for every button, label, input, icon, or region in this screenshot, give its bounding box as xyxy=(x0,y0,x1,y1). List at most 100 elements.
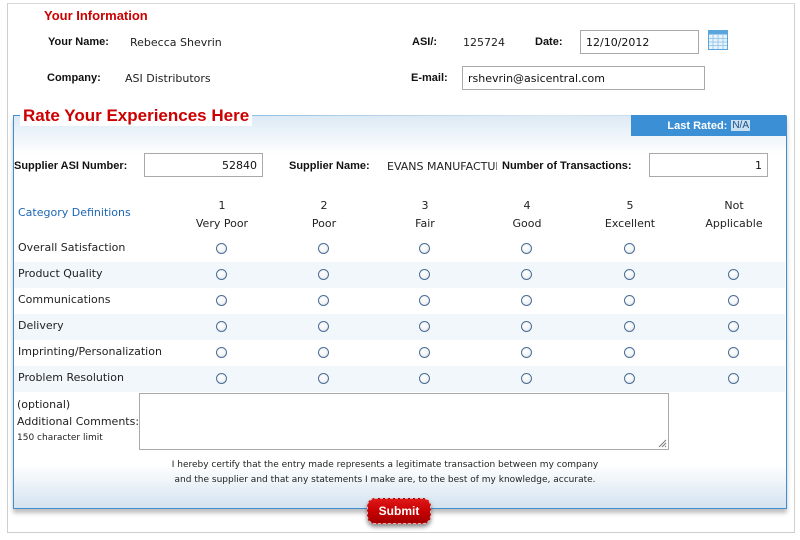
certification-line-2: and the supplier and that any statements… xyxy=(174,475,596,485)
radio-rating-4[interactable] xyxy=(521,269,532,280)
supplier-asi-value: 52840 xyxy=(222,158,257,172)
rating-row-label: Problem Resolution xyxy=(18,371,124,384)
column-label: Good xyxy=(512,217,542,230)
rating-row xyxy=(14,314,785,340)
column-number: 3 xyxy=(421,199,429,212)
column-header: 4 Good xyxy=(477,197,577,233)
radio-rating-2[interactable] xyxy=(318,321,329,332)
column-number: 1 xyxy=(218,199,226,212)
radio-rating-3[interactable] xyxy=(419,269,430,280)
asi-value: 125724 xyxy=(463,36,505,49)
radio-rating-3[interactable] xyxy=(419,243,430,254)
radio-rating-4[interactable] xyxy=(521,243,532,254)
additional-comments-textarea[interactable] xyxy=(139,393,669,450)
comments-optional-label: (optional) xyxy=(17,398,71,411)
column-label: Very Poor xyxy=(195,217,249,230)
transactions-value: 1 xyxy=(755,158,762,172)
your-information-heading: Your Information xyxy=(44,8,148,23)
your-name-label: Your Name: xyxy=(48,36,109,48)
rating-row-label: Communications xyxy=(18,293,111,306)
column-header: 2 Poor xyxy=(274,197,374,233)
radio-rating-4[interactable] xyxy=(521,321,532,332)
comments-label: Additional Comments: xyxy=(17,415,140,428)
company-label: Company: xyxy=(47,72,101,84)
radio-rating-2[interactable] xyxy=(318,243,329,254)
last-rated-value: N/A xyxy=(731,120,750,131)
radio-rating-1[interactable] xyxy=(216,295,227,306)
radio-rating-3[interactable] xyxy=(419,321,430,332)
your-name-value: Rebecca Shevrin xyxy=(130,36,222,49)
radio-rating-2[interactable] xyxy=(318,269,329,280)
asi-label: ASI/: xyxy=(412,36,438,48)
radio-rating-2[interactable] xyxy=(318,373,329,384)
rating-row xyxy=(14,236,785,262)
date-label: Date: xyxy=(535,36,563,48)
date-field[interactable]: 12/10/2012 xyxy=(580,30,699,54)
supplier-name-label: Supplier Name: xyxy=(289,160,370,172)
radio-rating-1[interactable] xyxy=(216,243,227,254)
radio-rating-5[interactable] xyxy=(624,321,635,332)
column-label: Applicable xyxy=(705,217,763,230)
rating-panel-title: Rate Your Experiences Here xyxy=(20,106,253,126)
radio-not-applicable[interactable] xyxy=(728,373,739,384)
supplier-asi-label: Supplier ASI Number: xyxy=(14,160,128,172)
radio-rating-5[interactable] xyxy=(624,373,635,384)
rating-row-label: Product Quality xyxy=(18,267,103,280)
column-number: 2 xyxy=(320,199,328,212)
rating-row-label: Delivery xyxy=(18,319,64,332)
rating-row-label: Overall Satisfaction xyxy=(18,241,126,254)
radio-rating-3[interactable] xyxy=(419,295,430,306)
column-header: Not Applicable xyxy=(684,197,784,233)
radio-rating-2[interactable] xyxy=(318,347,329,358)
radio-rating-3[interactable] xyxy=(419,347,430,358)
transactions-field[interactable]: 1 xyxy=(649,153,768,177)
radio-rating-4[interactable] xyxy=(521,295,532,306)
transactions-label: Number of Transactions: xyxy=(502,160,632,172)
company-value: ASI Distributors xyxy=(125,72,211,85)
last-rated-label: Last Rated: xyxy=(667,119,728,132)
radio-not-applicable[interactable] xyxy=(728,347,739,358)
radio-not-applicable[interactable] xyxy=(728,295,739,306)
supplier-asi-field[interactable]: 52840 xyxy=(144,153,263,177)
rating-row xyxy=(14,288,785,314)
radio-rating-4[interactable] xyxy=(521,373,532,384)
radio-rating-2[interactable] xyxy=(318,295,329,306)
radio-rating-1[interactable] xyxy=(216,321,227,332)
column-header: 5 Excellent xyxy=(580,197,680,233)
comments-limit-label: 150 character limit xyxy=(17,433,103,443)
supplier-name-value: EVANS MANUFACTUI xyxy=(387,160,497,173)
certification-text: I hereby certify that the entry made rep… xyxy=(160,458,610,488)
rating-row xyxy=(14,262,785,288)
column-label: Poor xyxy=(311,217,337,230)
email-value: rshevrin@asicentral.com xyxy=(468,71,605,85)
column-number: 4 xyxy=(523,199,531,212)
radio-rating-1[interactable] xyxy=(216,347,227,358)
certification-line-1: I hereby certify that the entry made rep… xyxy=(171,460,599,470)
radio-rating-1[interactable] xyxy=(216,269,227,280)
radio-rating-5[interactable] xyxy=(624,295,635,306)
date-value: 12/10/2012 xyxy=(586,35,650,49)
email-field[interactable]: rshevrin@asicentral.com xyxy=(462,66,705,90)
radio-rating-5[interactable] xyxy=(624,347,635,358)
radio-rating-5[interactable] xyxy=(624,243,635,254)
rating-row-label: Imprinting/Personalization xyxy=(18,345,162,358)
column-header: 1 Very Poor xyxy=(172,197,272,233)
calendar-icon[interactable] xyxy=(708,30,728,50)
column-number: Not xyxy=(724,199,744,212)
submit-button[interactable]: Submit xyxy=(367,498,431,524)
radio-rating-1[interactable] xyxy=(216,373,227,384)
column-number: 5 xyxy=(626,199,634,212)
email-label: E-mail: xyxy=(411,72,448,84)
column-label: Fair xyxy=(415,217,435,230)
radio-rating-4[interactable] xyxy=(521,347,532,358)
column-label: Excellent xyxy=(604,217,656,230)
radio-not-applicable[interactable] xyxy=(728,321,739,332)
resize-grip-icon[interactable] xyxy=(658,439,667,448)
rating-row xyxy=(14,366,785,392)
radio-rating-5[interactable] xyxy=(624,269,635,280)
radio-rating-3[interactable] xyxy=(419,373,430,384)
column-header: 3 Fair xyxy=(375,197,475,233)
radio-not-applicable[interactable] xyxy=(728,269,739,280)
category-definitions-link[interactable]: Category Definitions xyxy=(18,206,131,219)
last-rated-bar: Last Rated: N/A xyxy=(631,115,786,136)
